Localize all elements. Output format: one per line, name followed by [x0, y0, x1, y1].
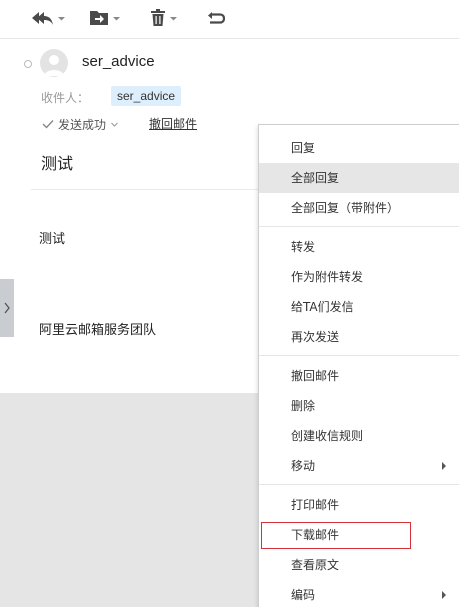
menu-item-forward-as-attachment[interactable]: 作为附件转发 — [259, 262, 459, 292]
menu-item-label: 移动 — [291, 459, 316, 473]
menu-item-create-rule[interactable]: 创建收信规则 — [259, 421, 459, 451]
menu-item-label: 编码 — [291, 588, 316, 602]
menu-item-label: 全部回复（带附件） — [291, 201, 400, 215]
chevron-right-icon — [4, 302, 10, 314]
menu-item-recall[interactable]: 撤回邮件 — [259, 361, 459, 391]
menu-item-reply[interactable]: 回复 — [259, 133, 459, 163]
menu-item-view-source[interactable]: 查看原文 — [259, 550, 459, 580]
avatar — [40, 49, 68, 77]
menu-item-forward[interactable]: 转发 — [259, 232, 459, 262]
trash-icon — [151, 9, 165, 26]
sender-name[interactable]: ser_advice — [82, 53, 155, 70]
reply-dropdown-button[interactable] — [30, 7, 66, 29]
mail-body-text: 测试 — [39, 232, 66, 247]
reply-all-icon — [32, 12, 53, 25]
menu-item-encoding[interactable]: 编码 — [259, 580, 459, 607]
unread-status-dot[interactable] — [24, 60, 32, 68]
menu-item-label: 全部回复 — [291, 171, 340, 185]
menu-separator — [259, 355, 459, 356]
check-icon — [42, 120, 54, 129]
mail-toolbar — [0, 0, 459, 39]
menu-item-label: 给TA们发信 — [291, 300, 354, 314]
undo-button[interactable] — [207, 7, 225, 29]
recall-mail-link[interactable]: 撤回邮件 — [149, 115, 197, 132]
menu-item-label: 打印邮件 — [291, 498, 340, 512]
mail-view: ser_advice 收件人： ser_advice 发送成功 撤回邮件 测试 … — [0, 0, 459, 607]
menu-item-download[interactable]: 下载邮件 — [259, 520, 459, 550]
menu-item-label: 作为附件转发 — [291, 270, 364, 284]
menu-item-reply-all[interactable]: 全部回复 — [259, 163, 459, 193]
chevron-down-icon — [170, 16, 177, 20]
menu-item-label: 查看原文 — [291, 558, 340, 572]
expand-sidebar-tab[interactable] — [0, 279, 14, 337]
menu-separator — [259, 226, 459, 227]
send-status[interactable]: 发送成功 — [42, 115, 119, 133]
delete-dropdown-button[interactable] — [150, 7, 178, 29]
user-avatar-icon — [44, 55, 64, 76]
submenu-arrow-icon — [442, 462, 446, 470]
menu-item-resend[interactable]: 再次发送 — [259, 322, 459, 352]
undo-icon — [208, 12, 225, 24]
menu-item-delete[interactable]: 删除 — [259, 391, 459, 421]
chevron-down-icon — [58, 16, 65, 20]
menu-item-label: 撤回邮件 — [291, 369, 340, 383]
menu-item-label: 创建收信规则 — [291, 429, 364, 443]
menu-item-reply-all-with-attachments[interactable]: 全部回复（带附件） — [259, 193, 459, 223]
submenu-arrow-icon — [442, 591, 446, 599]
mail-subject: 测试 — [41, 154, 74, 173]
menu-item-send-to-them[interactable]: 给TA们发信 — [259, 292, 459, 322]
menu-item-label: 再次发送 — [291, 330, 340, 344]
chevron-down-icon — [111, 122, 118, 127]
move-to-folder-icon — [90, 11, 108, 25]
menu-item-label: 下载邮件 — [291, 528, 340, 542]
menu-item-print[interactable]: 打印邮件 — [259, 490, 459, 520]
move-dropdown-button[interactable] — [89, 7, 121, 29]
menu-item-move[interactable]: 移动 — [259, 451, 459, 481]
more-actions-menu: 回复 全部回复 全部回复（带附件） 转发 作为附件转发 给TA们发信 再次发送 … — [258, 124, 459, 607]
mail-body-signature: 阿里云邮箱服务团队 — [39, 323, 157, 338]
recipient-label: 收件人： — [41, 91, 90, 105]
menu-item-label: 转发 — [291, 240, 316, 254]
send-status-label: 发送成功 — [58, 117, 107, 132]
menu-item-label: 回复 — [291, 141, 316, 155]
recipient-chip[interactable]: ser_advice — [111, 86, 182, 106]
menu-item-label: 删除 — [291, 399, 316, 413]
chevron-down-icon — [113, 16, 120, 20]
menu-separator — [259, 484, 459, 485]
